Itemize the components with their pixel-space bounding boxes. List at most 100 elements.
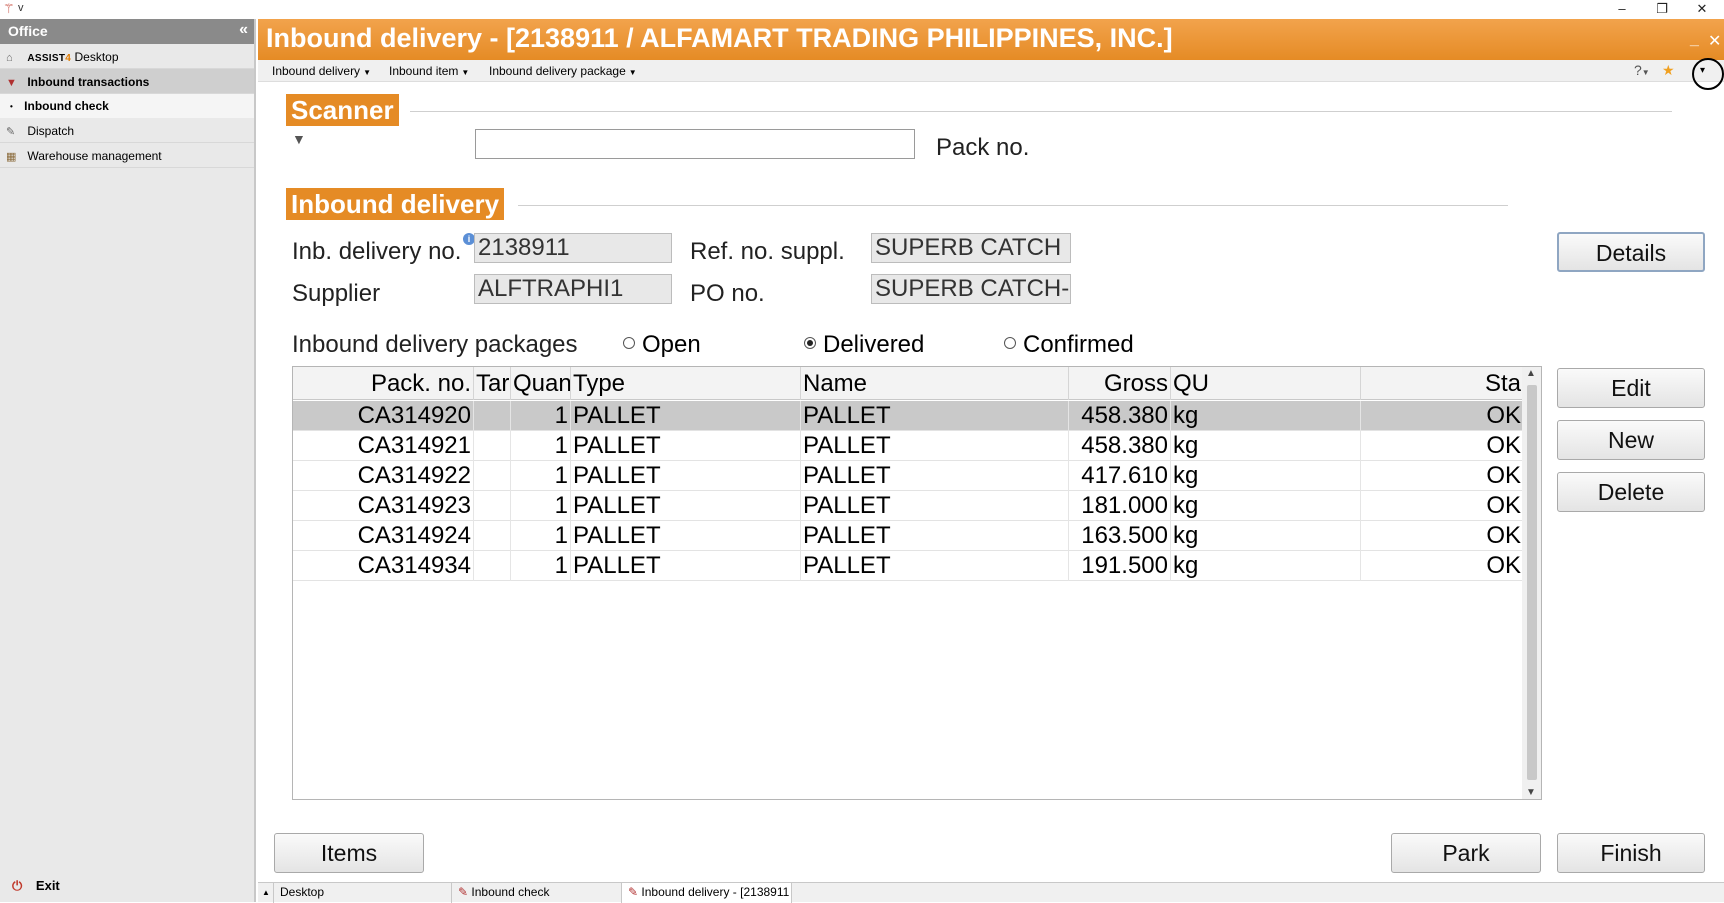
- scrollbar-thumb[interactable]: [1527, 385, 1537, 780]
- filter-icon[interactable]: ▼: [292, 131, 306, 147]
- menu-inbound-delivery[interactable]: Inbound delivery ▼: [272, 64, 371, 78]
- section-divider: [518, 205, 1508, 206]
- radio-open[interactable]: Open: [623, 331, 701, 359]
- sidebar-item-dispatch[interactable]: ✎ Dispatch: [0, 118, 254, 143]
- exit-button[interactable]: ⏻ Exit: [12, 878, 60, 894]
- table-row[interactable]: CA314922 1 PALLET PALLET 417.610 kg OK: [293, 461, 1523, 491]
- table-row[interactable]: CA314934 1 PALLET PALLET 191.500 kg OK: [293, 551, 1523, 581]
- cell-gross: 417.610: [1069, 461, 1171, 491]
- supplier-field: ALFTRAPHI1: [474, 274, 672, 304]
- ref-no-suppl-field: SUPERB CATCH: [871, 233, 1071, 263]
- ref-no-suppl-label: Ref. no. suppl.: [690, 238, 845, 265]
- cell-tar: [474, 521, 511, 551]
- cell-type: PALLET: [571, 431, 801, 461]
- cell-name: PALLET: [801, 461, 1069, 491]
- park-button[interactable]: Park: [1391, 833, 1541, 873]
- inbound-transactions-icon: ▼: [6, 77, 17, 89]
- new-button[interactable]: New: [1557, 420, 1705, 460]
- help-icon[interactable]: ?▼: [1634, 62, 1650, 78]
- column-header-pack-no[interactable]: Pack. no.: [293, 367, 474, 400]
- os-title-bar: ⚚ v – ❐ ✕: [0, 0, 1724, 19]
- cell-status: OK: [1486, 522, 1521, 549]
- tab-desktop[interactable]: Desktop: [274, 883, 452, 903]
- sidebar-item-warehouse-management[interactable]: ▦ Warehouse management: [0, 143, 254, 168]
- sidebar-header: Office «: [0, 19, 254, 44]
- table-row[interactable]: CA314921 1 PALLET PALLET 458.380 kg OK: [293, 431, 1523, 461]
- cell-gross: 458.380: [1069, 401, 1171, 431]
- sidebar-item-inbound-check[interactable]: • Inbound check: [0, 94, 254, 118]
- collapse-sidebar-icon[interactable]: «: [239, 21, 248, 39]
- column-header-quantity[interactable]: Quan: [511, 367, 571, 400]
- cell-gross: 181.000: [1069, 491, 1171, 521]
- finish-button[interactable]: Finish: [1557, 833, 1705, 873]
- cell-tar: [474, 551, 511, 581]
- menu-inbound-item[interactable]: Inbound item ▼: [389, 64, 469, 78]
- cell-tar: [474, 461, 511, 491]
- table-row[interactable]: CA314924 1 PALLET PALLET 163.500 kg OK: [293, 521, 1523, 551]
- tab-inbound-check[interactable]: ✎ Inbound check: [452, 883, 622, 903]
- scanner-section-title: Scanner: [286, 94, 399, 126]
- task-tab-bar: ▲ Desktop ✎ Inbound check ✎ Inbound deli…: [258, 882, 1724, 903]
- column-header-tar[interactable]: Tar: [474, 367, 511, 400]
- os-minimize-button[interactable]: –: [1604, 0, 1640, 19]
- supplier-label: Supplier: [292, 280, 381, 307]
- details-button[interactable]: Details: [1557, 232, 1705, 272]
- menu-inbound-delivery-package[interactable]: Inbound delivery package ▼: [489, 64, 637, 78]
- table-header: Pack. no. Tar Quan Type Name Gross QU St…: [293, 367, 1523, 400]
- highlight-circle: [1692, 58, 1724, 90]
- cell-gross: 163.500: [1069, 521, 1171, 551]
- chevron-down-icon: ▼: [363, 68, 371, 77]
- cell-pack-no: CA314921: [293, 431, 474, 461]
- vertical-scrollbar[interactable]: ▲ ▼: [1522, 367, 1541, 799]
- table-row[interactable]: CA314923 1 PALLET PALLET 181.000 kg OK: [293, 491, 1523, 521]
- column-header-qu[interactable]: QU: [1171, 367, 1361, 400]
- items-button[interactable]: Items: [274, 833, 424, 873]
- cell-name: PALLET: [801, 521, 1069, 551]
- scanner-input[interactable]: [475, 129, 915, 159]
- window-minimize-button[interactable]: _: [1690, 31, 1699, 49]
- radio-confirmed[interactable]: Confirmed: [1004, 331, 1134, 359]
- scroll-up-icon[interactable]: ▲: [1526, 368, 1536, 379]
- radio-delivered[interactable]: Delivered: [804, 331, 924, 359]
- app-icon: ⚚: [3, 1, 15, 16]
- sidebar-item-desktop[interactable]: ⌂ ASSIST4 Desktop: [0, 44, 254, 69]
- favorite-star-icon[interactable]: ★: [1662, 62, 1675, 79]
- cell-name: PALLET: [801, 491, 1069, 521]
- scroll-down-icon[interactable]: ▼: [1526, 787, 1536, 798]
- tab-scroll-icon[interactable]: ▲: [258, 883, 274, 903]
- inb-delivery-no-field: 2138911: [474, 233, 672, 263]
- cell-status: OK: [1486, 552, 1521, 579]
- po-no-field: SUPERB CATCH-: [871, 274, 1071, 304]
- column-header-gross[interactable]: Gross: [1069, 367, 1171, 400]
- cell-status: OK: [1486, 462, 1521, 489]
- tab-inbound-delivery[interactable]: ✎ Inbound delivery - [2138911: [622, 883, 792, 903]
- sidebar-item-label: Dispatch: [27, 124, 75, 138]
- cell-name: PALLET: [801, 401, 1069, 431]
- bullet-icon: •: [10, 102, 13, 112]
- edit-icon: ✎: [458, 885, 469, 899]
- po-no-label: PO no.: [690, 280, 765, 307]
- column-header-name[interactable]: Name: [801, 367, 1069, 400]
- cell-pack-no: CA314920: [293, 401, 474, 431]
- window-close-button[interactable]: ✕: [1708, 31, 1721, 51]
- os-restore-button[interactable]: ❐: [1644, 0, 1680, 19]
- cell-type: PALLET: [571, 401, 801, 431]
- window-title-bar: Inbound delivery - [2138911 / ALFAMART T…: [258, 19, 1724, 60]
- inb-delivery-no-label: Inb. delivery no.: [292, 238, 462, 265]
- delete-button[interactable]: Delete: [1557, 472, 1705, 512]
- cell-pack-no: CA314923: [293, 491, 474, 521]
- pack-no-label: Pack no.: [936, 134, 1030, 161]
- cell-qu: kg: [1171, 431, 1361, 461]
- cell-type: PALLET: [571, 461, 801, 491]
- sidebar-item-label: Desktop: [74, 50, 119, 64]
- cell-qu: kg: [1171, 461, 1361, 491]
- edit-button[interactable]: Edit: [1557, 368, 1705, 408]
- window-title: Inbound delivery - [2138911 / ALFAMART T…: [266, 23, 1173, 53]
- table-row[interactable]: CA314920 1 PALLET PALLET 458.380 kg OK: [293, 401, 1523, 431]
- sidebar-item-inbound-transactions[interactable]: ▼ Inbound transactions: [0, 69, 254, 94]
- cell-quantity: 1: [511, 431, 571, 461]
- cell-qu: kg: [1171, 401, 1361, 431]
- column-header-status[interactable]: Sta: [1361, 367, 1523, 400]
- column-header-type[interactable]: Type: [571, 367, 801, 400]
- os-close-button[interactable]: ✕: [1684, 0, 1720, 19]
